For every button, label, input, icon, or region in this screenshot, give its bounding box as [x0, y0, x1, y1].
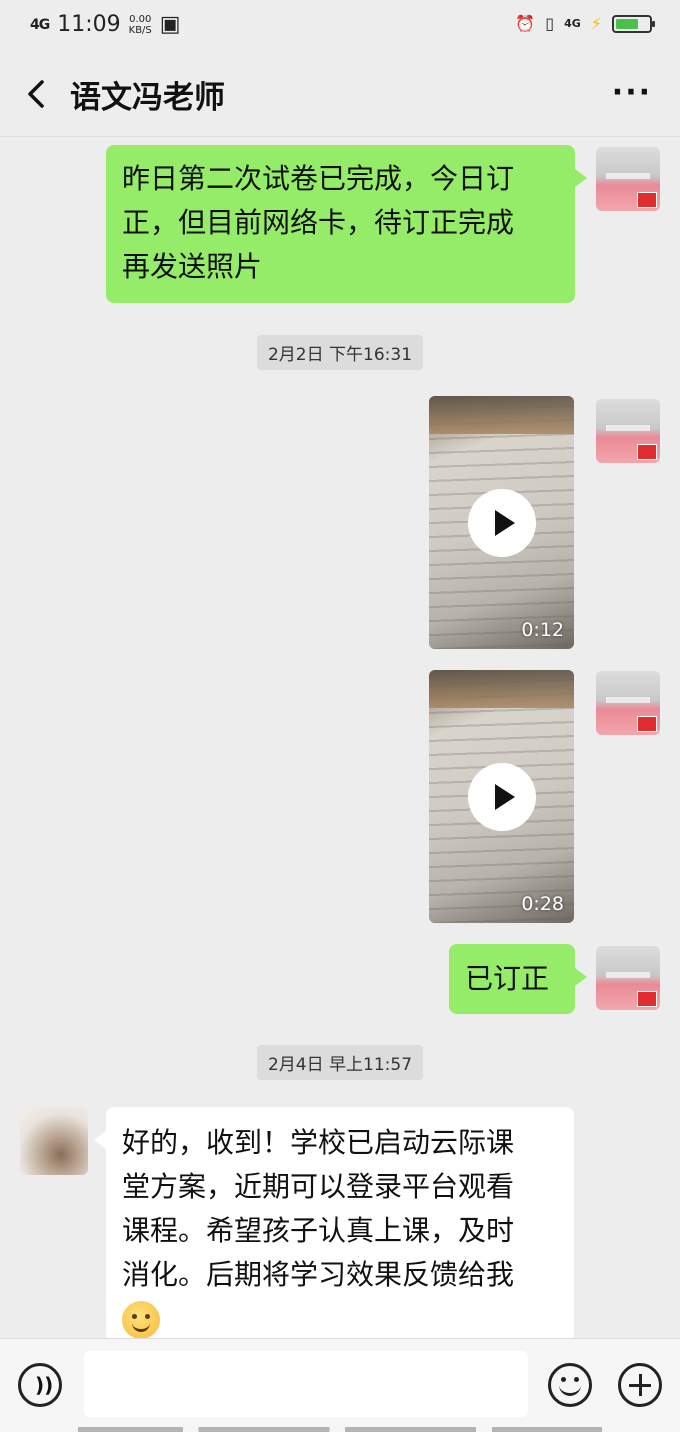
signal-indicator: 4G [30, 16, 50, 33]
alarm-icon: ⏰ [515, 14, 536, 33]
emoji-button[interactable] [548, 1363, 592, 1407]
chat-header: 语文冯老师 ··· [0, 52, 680, 137]
battery-icon [612, 14, 655, 33]
message-line: 堂方案，近期可以登录平台观看 [122, 1170, 515, 1203]
message-input[interactable] [84, 1351, 528, 1417]
network-speed-unit: KB/S [128, 24, 152, 36]
chat-title: 语文冯老师 [70, 80, 225, 116]
message-line: 好的，收到！学校已启动云际课 [122, 1126, 515, 1159]
network-type: 4G [564, 17, 581, 30]
play-icon[interactable] [467, 762, 536, 831]
more-options-button[interactable]: ··· [612, 78, 652, 108]
status-right: ⏰ ▯ 4G ⚡ [515, 14, 655, 33]
message-bubble-sent[interactable]: 昨日第二次试卷已完成，今日订 正，但目前网络卡，待订正完成 再发送照片 [106, 145, 587, 303]
status-time: 11:09 [57, 12, 121, 37]
message-timestamp: 2月2日 下午16:31 [256, 335, 424, 370]
video-duration: 0:28 [521, 893, 564, 915]
input-bar: )) [0, 1338, 680, 1432]
play-icon[interactable] [467, 488, 536, 557]
video-message[interactable]: 0:28 [429, 670, 574, 923]
more-actions-button[interactable] [618, 1363, 662, 1407]
back-arrow-icon[interactable] [20, 74, 56, 114]
status-bar: 4G 11:09 0.00 KB/S ▣ ⏰ ▯ 4G ⚡ [0, 0, 680, 52]
message-line: 昨日第二次试卷已完成，今日订 [122, 162, 515, 195]
message-line: 消化。后期将学习效果反馈给我 [122, 1258, 515, 1291]
contact-avatar[interactable] [20, 1107, 88, 1175]
image-notification-icon: ▣ [159, 12, 181, 37]
network-speed-value: 0.00 [129, 13, 152, 25]
my-avatar[interactable] [596, 399, 660, 463]
message-bubble-received[interactable]: 好的，收到！学校已启动云际课 堂方案，近期可以登录平台观看 课程。希望孩子认真上… [94, 1107, 574, 1351]
message-bubble-sent[interactable]: 已订正 [449, 944, 587, 1014]
message-line: 正，但目前网络卡，待订正完成 [122, 206, 515, 239]
video-duration: 0:12 [521, 619, 564, 641]
vibrate-icon: ▯ [545, 14, 555, 33]
my-avatar[interactable] [596, 671, 660, 735]
charging-icon: ⚡ [590, 14, 602, 33]
message-line: 已订正 [465, 962, 550, 995]
my-avatar[interactable] [596, 147, 660, 211]
network-speed: 0.00 KB/S [129, 14, 152, 36]
voice-input-button[interactable]: )) [18, 1363, 62, 1407]
navigation-bar [78, 1427, 602, 1432]
smile-emoji-icon [122, 1301, 160, 1339]
message-list[interactable]: 昨日第二次试卷已完成，今日订 正，但目前网络卡，待订正完成 再发送照片 2月2日… [0, 137, 680, 1351]
video-message[interactable]: 0:12 [429, 396, 574, 649]
status-left: 4G 11:09 0.00 KB/S ▣ [30, 12, 181, 37]
my-avatar[interactable] [596, 946, 660, 1010]
message-line: 再发送照片 [122, 250, 263, 283]
message-line: 课程。希望孩子认真上课，及时 [122, 1214, 515, 1247]
message-timestamp: 2月4日 早上11:57 [256, 1045, 424, 1080]
voice-icon: )) [35, 1373, 54, 1397]
